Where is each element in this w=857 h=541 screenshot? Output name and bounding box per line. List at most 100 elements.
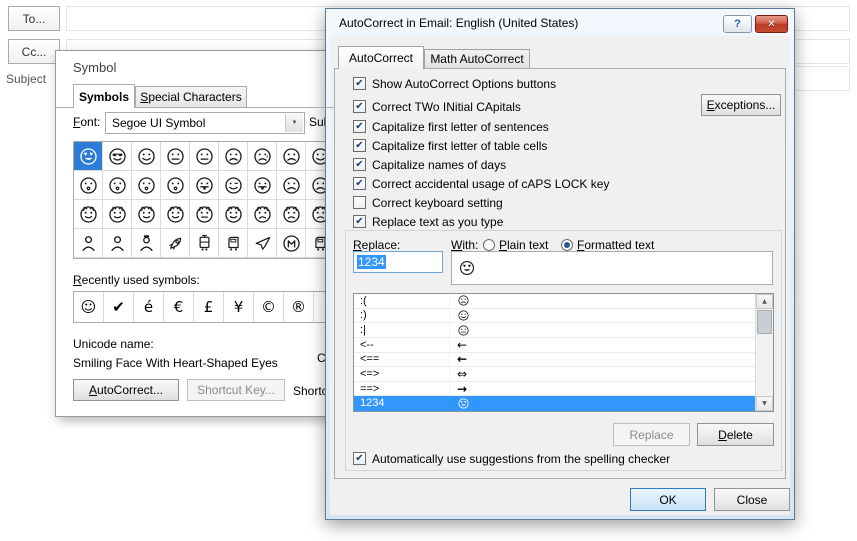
symbol-cell[interactable] (74, 229, 103, 258)
symbol-cell[interactable] (277, 142, 306, 171)
recent-symbol-cell[interactable]: ¥ (224, 292, 254, 322)
recent-symbol-cell[interactable]: € (164, 292, 194, 322)
cc-button[interactable]: Cc... (8, 39, 60, 64)
symbol-cell[interactable] (161, 200, 190, 229)
formatted-text-label: Formatted text (577, 238, 655, 252)
recent-symbol-cell[interactable]: ® (284, 292, 314, 322)
face-smile-icon (457, 309, 470, 322)
face-sunglasses-icon (107, 146, 128, 167)
symbol-cell[interactable] (219, 171, 248, 200)
option-checkbox[interactable] (353, 196, 366, 209)
replacement-row[interactable]: <=> ⇔ (354, 367, 756, 382)
ok-button[interactable]: OK (630, 488, 706, 511)
replacement-with: ← (457, 337, 468, 352)
replacement-row[interactable]: <== ← (354, 353, 756, 368)
unicode-name-value: Smiling Face With Heart-Shaped Eyes (73, 356, 278, 370)
symbol-cell[interactable] (248, 142, 277, 171)
symbol-cell[interactable] (132, 171, 161, 200)
symbol-cell[interactable] (248, 171, 277, 200)
symbol-dialog-title[interactable]: Symbol (73, 60, 116, 75)
symbol-cell[interactable] (161, 229, 190, 258)
replacement-row[interactable]: ==> → (354, 382, 756, 397)
replacement-row[interactable]: 1234 (354, 396, 756, 411)
face-tongue-icon (194, 175, 215, 196)
shortcut-key-button[interactable]: Shortcut Key... (187, 379, 285, 401)
cat-neutral-icon (194, 204, 215, 225)
scroll-thumb[interactable] (757, 310, 772, 334)
font-value: Segoe UI Symbol (112, 116, 206, 130)
recent-symbol-cell[interactable]: ✔ (104, 292, 134, 322)
replacements-list: :(:):| <-- ← <== ← <=> ⇔ ==> → 1234 ▲ ▼ (353, 293, 774, 412)
symbol-cell[interactable] (248, 200, 277, 229)
symbol-cell[interactable] (277, 229, 306, 258)
autocorrect-button[interactable]: AutoCorrect... (73, 379, 179, 401)
symbol-cell[interactable] (74, 142, 103, 171)
symbol-cell[interactable] (161, 142, 190, 171)
replacement-row[interactable]: :( (354, 294, 756, 309)
replacement-row[interactable]: <-- ← (354, 338, 756, 353)
symbol-cell[interactable] (161, 171, 190, 200)
exceptions-button[interactable]: Exceptions... (701, 94, 781, 116)
recent-symbol-cell[interactable]: © (254, 292, 284, 322)
symbol-cell[interactable] (190, 142, 219, 171)
replace-label: Replace: (353, 238, 401, 252)
replacement-row[interactable]: :) (354, 309, 756, 324)
option-checkbox[interactable]: ✔ (353, 177, 366, 190)
tab-special-characters[interactable]: Special Characters (135, 86, 247, 107)
scroll-down-icon[interactable]: ▼ (756, 396, 773, 411)
with-label: With: (451, 238, 479, 252)
option-checkbox[interactable]: ✔ (353, 139, 366, 152)
symbol-cell[interactable] (190, 229, 219, 258)
font-label: Font: (73, 115, 101, 129)
replace-input-value: 1234 (357, 255, 386, 269)
symbol-cell[interactable] (248, 229, 277, 258)
symbol-cell[interactable] (219, 200, 248, 229)
recent-symbol-cell[interactable]: ☺ (74, 292, 104, 322)
tab-symbols[interactable]: Symbols (73, 84, 135, 108)
option-checkbox[interactable]: ✔ (353, 158, 366, 171)
symbol-cell[interactable] (132, 229, 161, 258)
symbol-cell[interactable] (74, 200, 103, 229)
radio-plain-text[interactable] (483, 239, 495, 251)
option-label: Capitalize first letter of table cells (372, 138, 548, 153)
with-box[interactable] (451, 251, 773, 285)
replacement-find: :( (360, 294, 367, 307)
symbol-cell[interactable] (103, 171, 132, 200)
recent-symbol-cell[interactable]: £ (194, 292, 224, 322)
symbol-cell[interactable] (190, 200, 219, 229)
face-kiss-icon (107, 175, 128, 196)
scroll-up-icon[interactable]: ▲ (756, 294, 773, 309)
symbol-cell[interactable] (190, 171, 219, 200)
replace-button[interactable]: Replace (613, 423, 690, 446)
radio-formatted-text[interactable] (561, 239, 573, 251)
to-button[interactable]: To... (8, 6, 60, 31)
replacement-row[interactable]: :| (354, 323, 756, 338)
symbol-cell[interactable] (132, 142, 161, 171)
symbol-cell[interactable] (132, 200, 161, 229)
symbol-cell[interactable] (103, 142, 132, 171)
dropdown-arrow-icon[interactable]: ▼ (285, 114, 303, 132)
unicode-name-label: Unicode name: (73, 337, 154, 351)
symbol-cell[interactable] (103, 200, 132, 229)
delete-button[interactable]: Delete (697, 423, 774, 446)
symbol-cell[interactable] (219, 142, 248, 171)
replace-input[interactable]: 1234 (353, 251, 443, 273)
close-button[interactable]: Close (714, 488, 790, 511)
replace-as-you-type-checkbox[interactable]: ✔ (353, 215, 366, 228)
recent-symbol-cell[interactable]: é (134, 292, 164, 322)
symbol-cell[interactable] (277, 171, 306, 200)
option-checkbox[interactable]: ✔ (353, 100, 366, 113)
list-scrollbar[interactable]: ▲ ▼ (755, 294, 773, 411)
option-checkbox[interactable]: ✔ (353, 120, 366, 133)
face-frown-icon (281, 175, 302, 196)
replacement-find: :| (360, 324, 366, 337)
suggestions-checkbox[interactable]: ✔ (353, 452, 366, 465)
font-dropdown[interactable]: Segoe UI Symbol ▼ (105, 112, 305, 134)
option-checkbox[interactable]: ✔ (353, 77, 366, 90)
symbol-cell[interactable] (277, 200, 306, 229)
symbol-cell[interactable] (219, 229, 248, 258)
option-label: Show AutoCorrect Options buttons (372, 76, 557, 91)
symbol-cell[interactable] (74, 171, 103, 200)
symbol-cell[interactable] (103, 229, 132, 258)
person-icon (78, 233, 99, 254)
